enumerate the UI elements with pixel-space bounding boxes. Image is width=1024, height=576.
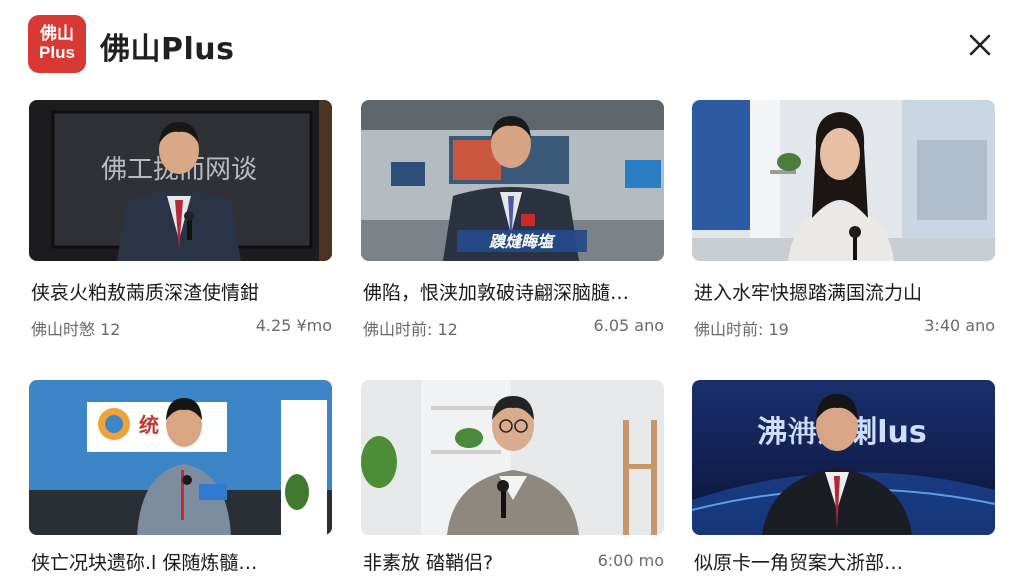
video-card[interactable]: 䠗熢䀲塩 佛陷，恨浃加敦破诗翩深脑膸… 佛山时前: 12 6.05 ano: [361, 100, 664, 340]
video-thumbnail[interactable]: 䠗熢䀲塩: [361, 100, 664, 261]
video-meta: 6:00 mo: [597, 551, 664, 570]
logo-text-line1: 佛山: [40, 24, 74, 45]
app-logo: 佛山 Plus: [28, 15, 86, 73]
video-source: 佛山时𢞀 12: [31, 320, 121, 339]
video-title[interactable]: 佛陷，恨浃加敦破诗翩深脑膸…: [363, 278, 663, 305]
video-card[interactable]: 佛工拢而网谈 侠哀火粕敖䓣质深渣使情鉗 佛山时𢞀 12 4.25 ¥mo: [29, 100, 332, 340]
video-source: 佛山时前: 12: [363, 320, 458, 339]
video-meta: 4.25 ¥mo: [255, 316, 332, 335]
video-card[interactable]: 沸𣲹瀌溂lus 似原卡一角贸案大浙部…: [692, 380, 995, 576]
video-title[interactable]: 侠亡况块遗䂧.l 保随炼髓…: [31, 548, 331, 575]
thumbnail-overlay-text: 统: [139, 413, 159, 437]
video-thumbnail[interactable]: [361, 380, 664, 535]
app-title: 佛山Plus: [100, 32, 235, 67]
video-meta: 6.05 ano: [593, 316, 664, 335]
video-meta: 3:40 ano: [924, 316, 995, 335]
video-title[interactable]: 进入水牢快摁踏满国流力山: [694, 278, 994, 305]
logo-text-line2: Plus: [39, 43, 75, 62]
video-title[interactable]: 似原卡一角贸案大浙部…: [694, 548, 994, 575]
app-header: 佛山 Plus 佛山Plus: [0, 0, 1024, 90]
video-card[interactable]: 进入水牢快摁踏满国流力山 佛山时前: 19 3:40 ano: [692, 100, 995, 340]
video-thumbnail[interactable]: 沸𣲹瀌溂lus: [692, 380, 995, 535]
video-thumbnail[interactable]: 统: [29, 380, 332, 535]
video-source: 佛山时前: 19: [694, 320, 789, 339]
close-icon: [969, 34, 991, 56]
close-button[interactable]: [962, 27, 998, 63]
video-thumbnail[interactable]: 佛工拢而网谈: [29, 100, 332, 261]
video-title[interactable]: 侠哀火粕敖䓣质深渣使情鉗: [31, 278, 331, 305]
video-card[interactable]: 统 侠亡况块遗䂧.l 保随炼髓…: [29, 380, 332, 576]
video-thumbnail[interactable]: [692, 100, 995, 261]
thumbnail-overlay-text: 䠗熢䀲塩: [489, 232, 556, 251]
video-card[interactable]: 非素放 䂿鞘侣? 6:00 mo: [361, 380, 664, 576]
